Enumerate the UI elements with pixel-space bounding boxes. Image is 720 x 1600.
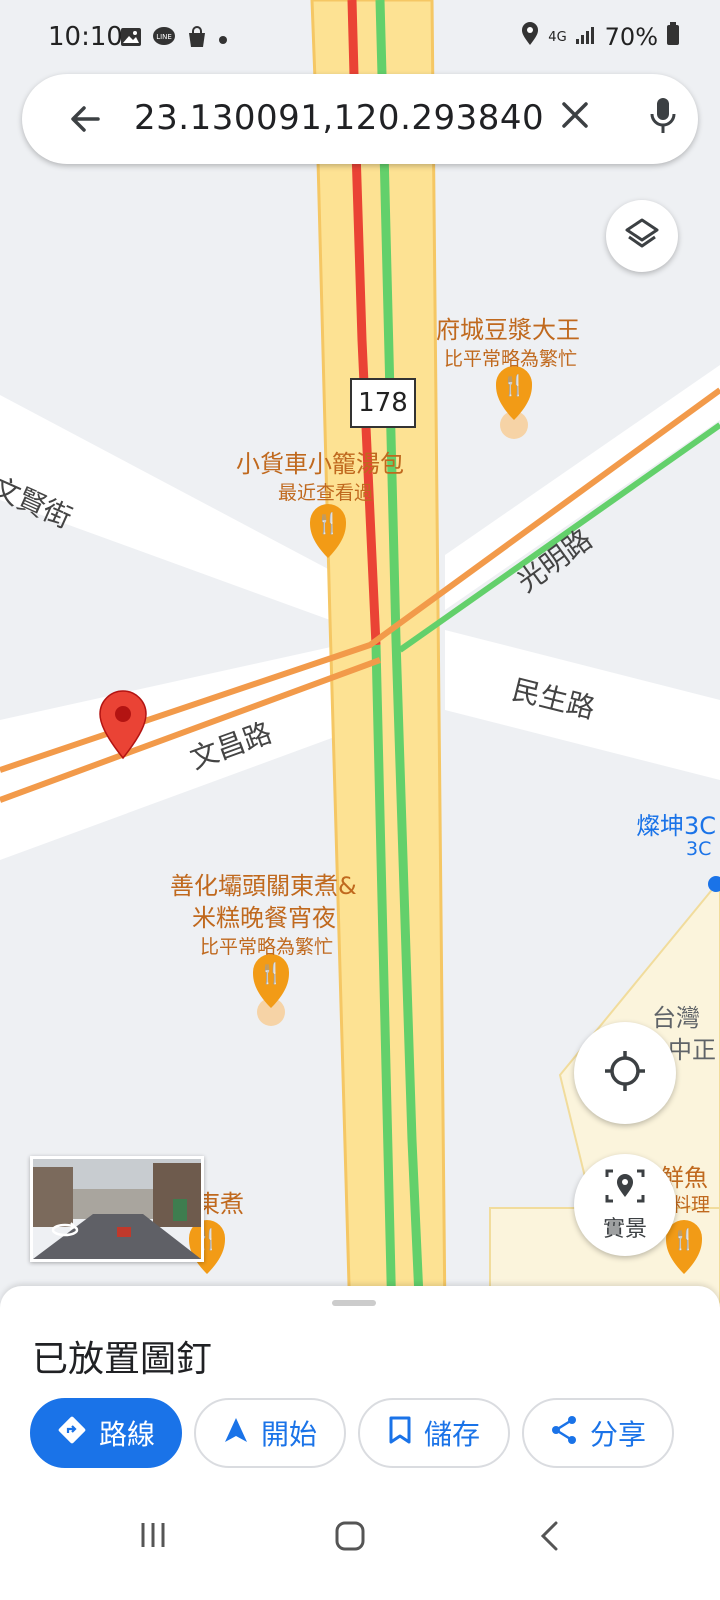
back-arrow-icon[interactable]	[68, 102, 102, 140]
network-type: 4G	[548, 29, 567, 45]
live-view-icon	[603, 1167, 647, 1209]
save-label: 儲存	[423, 1418, 480, 1451]
poi-label-cansun[interactable]: 燦坤3C	[636, 806, 716, 841]
my-location-button[interactable]	[574, 1022, 676, 1124]
mic-icon[interactable]	[648, 96, 678, 140]
poi-label-3c: 3C	[686, 838, 712, 860]
directions-button[interactable]: 路線	[30, 1398, 182, 1468]
svg-text:🍴: 🍴	[259, 961, 284, 985]
share-label: 分享	[589, 1418, 646, 1451]
close-icon[interactable]	[560, 100, 590, 134]
recent-apps-icon[interactable]	[138, 1520, 168, 1554]
poi-marker-1[interactable]: 🍴	[496, 366, 532, 439]
battery-percent: 70%	[604, 23, 658, 51]
poi-title-3a[interactable]: 善化壩頭關東煮&	[170, 866, 357, 901]
svg-text:🍴: 🍴	[502, 373, 527, 397]
shopping-bag-icon	[186, 26, 208, 52]
svg-text:🍴: 🍴	[316, 511, 341, 535]
battery-icon	[666, 22, 680, 52]
directions-label: 路線	[98, 1418, 155, 1451]
poi-subtitle-3: 比平常略為繁忙	[200, 936, 334, 958]
directions-icon	[57, 1415, 87, 1452]
poi-label-liaoli: 料理	[672, 1194, 711, 1216]
action-buttons: 路線 開始 儲存 分享	[30, 1398, 674, 1468]
layers-icon	[624, 216, 660, 256]
sheet-drag-handle[interactable]	[332, 1300, 376, 1306]
crosshair-icon	[603, 1049, 647, 1097]
live-view-button[interactable]: 實景	[574, 1154, 676, 1256]
gallery-icon	[120, 26, 142, 52]
live-view-label: 實景	[602, 1217, 647, 1242]
poi-title-3b[interactable]: 米糕晚餐宵夜	[192, 898, 336, 933]
home-icon[interactable]	[334, 1520, 366, 1556]
line-icon: LINE	[152, 26, 176, 52]
status-bar: 10:10 LINE 4G 70%	[0, 0, 720, 80]
area-label-taiwan: 台灣	[652, 1004, 700, 1032]
start-label: 開始	[260, 1418, 317, 1451]
system-nav-bar	[0, 1486, 720, 1600]
start-button[interactable]: 開始	[194, 1398, 346, 1468]
layers-button[interactable]	[606, 200, 678, 272]
route-shield: 178	[350, 378, 416, 428]
bookmark-icon	[388, 1415, 412, 1452]
navigation-icon	[223, 1416, 249, 1451]
save-button[interactable]: 儲存	[358, 1398, 510, 1468]
poi-title-2[interactable]: 小貨車小籠湯包	[236, 444, 404, 479]
rotate-360-icon	[51, 1221, 79, 1243]
poi-marker-3[interactable]: 🍴	[253, 954, 289, 1026]
poi-title-1[interactable]: 府城豆漿大王	[436, 310, 580, 345]
share-icon	[550, 1415, 578, 1452]
place-title: 已放置圖釘	[32, 1339, 213, 1380]
search-bar[interactable]: 23.130091,120.293840	[22, 74, 698, 164]
poi-subtitle-1: 比平常略為繁忙	[444, 348, 578, 370]
svg-text:LINE: LINE	[156, 33, 172, 41]
search-input[interactable]: 23.130091,120.293840	[134, 98, 544, 138]
location-icon	[520, 22, 540, 52]
street-view-thumbnail[interactable]	[30, 1156, 204, 1262]
status-time: 10:10	[48, 22, 123, 52]
svg-text:🍴: 🍴	[672, 1227, 697, 1251]
signal-icon	[575, 23, 597, 51]
area-label-zhong: 中正	[668, 1036, 716, 1064]
back-nav-icon[interactable]	[538, 1520, 560, 1556]
poi-subtitle-2: 最近查看過	[278, 482, 374, 504]
dot-icon	[218, 30, 228, 49]
share-button[interactable]: 分享	[522, 1398, 674, 1468]
